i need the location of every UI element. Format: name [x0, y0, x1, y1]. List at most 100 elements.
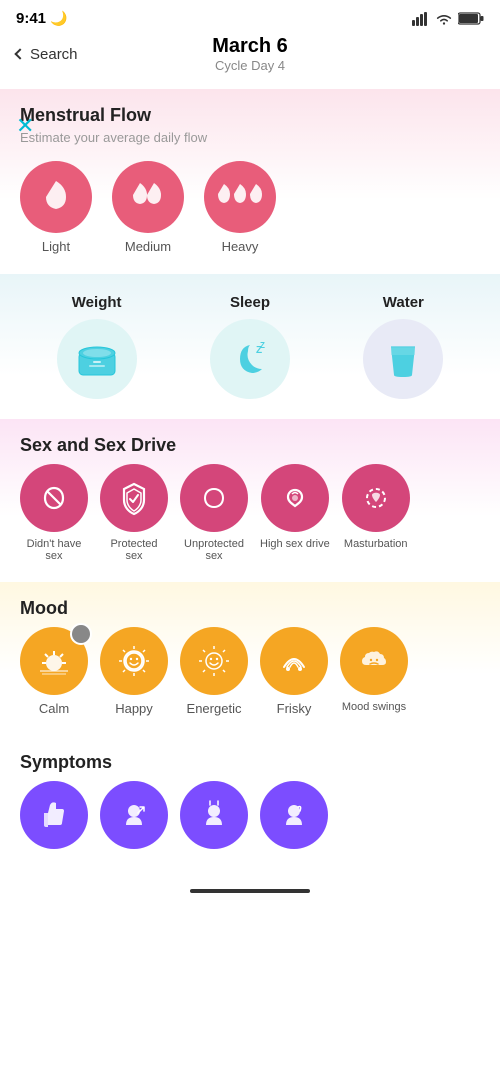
no-sex-item: Didn't havesex	[20, 464, 88, 562]
weight-label: Weight	[72, 294, 122, 311]
mood-energetic-button[interactable]	[180, 627, 248, 695]
protected-sex-label: Protectedsex	[110, 538, 157, 562]
unprotected-sex-label: Unprotectedsex	[184, 538, 244, 562]
health-weight-item: Weight	[20, 294, 173, 399]
symptom-3-button[interactable]	[180, 781, 248, 849]
symptom-1-button[interactable]	[20, 781, 88, 849]
mood-energetic-label: Energetic	[187, 701, 242, 716]
masturbation-icon	[358, 480, 394, 516]
high-sex-drive-label: High sex drive	[260, 538, 330, 550]
moon-sleep-icon: Z Z	[228, 337, 272, 381]
symptoms-section: Symptoms	[0, 736, 500, 869]
back-button[interactable]: Search	[16, 46, 78, 63]
masturbation-button[interactable]	[342, 464, 410, 532]
drop-single-icon	[41, 179, 71, 215]
high-sex-drive-button[interactable]	[261, 464, 329, 532]
no-sex-label: Didn't havesex	[27, 538, 82, 562]
nav-bar: Search March 6 Cycle Day 4	[0, 31, 500, 81]
close-button[interactable]: ✕	[16, 113, 34, 139]
scale-icon	[75, 339, 119, 379]
moon-icon: 🌙	[50, 10, 67, 27]
flow-heavy-label: Heavy	[222, 239, 259, 254]
symptom-2-button[interactable]	[100, 781, 168, 849]
flow-items: Light Medium Heavy	[20, 161, 480, 254]
cycle-day: Cycle Day 4	[212, 58, 288, 73]
svg-text:Z: Z	[260, 341, 265, 350]
water-button[interactable]	[363, 319, 443, 399]
symptom-4-icon	[276, 797, 312, 833]
flow-medium-button[interactable]	[112, 161, 184, 233]
masturbation-item: Masturbation	[342, 464, 410, 562]
weight-button[interactable]	[57, 319, 137, 399]
water-label: Water	[383, 294, 424, 311]
flow-heavy-button[interactable]	[204, 161, 276, 233]
wifi-icon	[435, 12, 453, 26]
no-sex-icon	[36, 480, 72, 516]
protected-sex-button[interactable]	[100, 464, 168, 532]
mood-happy-label: Happy	[115, 701, 153, 716]
sleep-label: Sleep	[230, 294, 270, 311]
signal-icon	[412, 12, 430, 26]
flow-medium-label: Medium	[125, 239, 171, 254]
flow-light-item: Light	[20, 161, 92, 254]
mood-title: Mood	[20, 598, 480, 619]
mood-energetic-item: Energetic	[180, 627, 248, 716]
mood-swings-item: Mood swings	[340, 627, 408, 716]
symptom-2-icon	[116, 797, 152, 833]
symptom-items	[20, 781, 480, 849]
symptom-4-item	[260, 781, 328, 849]
page-date: March 6	[212, 35, 288, 58]
unprotected-sex-item: Unprotectedsex	[180, 464, 248, 562]
symptoms-title: Symptoms	[20, 752, 480, 773]
menstrual-flow-section: Menstrual Flow Estimate your average dai…	[0, 89, 500, 274]
sex-section: Sex and Sex Drive Didn't havesex Protect…	[0, 419, 500, 582]
frisky-icon	[274, 641, 314, 681]
health-water-item: Water	[327, 294, 480, 399]
sex-items: Didn't havesex Protectedsex Unprotected	[20, 464, 480, 562]
health-section: Weight Sleep Z Z	[0, 274, 500, 419]
symptom-4-button[interactable]	[260, 781, 328, 849]
thumbs-up-icon	[36, 797, 72, 833]
mood-swings-icon	[354, 641, 394, 681]
status-time: 9:41	[16, 10, 46, 27]
drop-double-icon	[128, 181, 168, 213]
flow-light-button[interactable]	[20, 161, 92, 233]
happy-icon	[114, 641, 154, 681]
status-icons	[412, 12, 484, 26]
sleep-button[interactable]: Z Z	[210, 319, 290, 399]
back-label: Search	[30, 46, 78, 63]
mood-frisky-item: Frisky	[260, 627, 328, 716]
calm-icon	[34, 641, 74, 681]
nav-title: March 6 Cycle Day 4	[212, 35, 288, 73]
flow-heavy-item: Heavy	[204, 161, 276, 254]
mood-calm-item: Calm	[20, 627, 88, 716]
mood-frisky-label: Frisky	[277, 701, 312, 716]
mood-frisky-button[interactable]	[260, 627, 328, 695]
protected-sex-icon	[116, 480, 152, 516]
menstrual-flow-subtitle: Estimate your average daily flow	[20, 130, 480, 145]
health-row: Weight Sleep Z Z	[20, 294, 480, 399]
symptom-3-item	[180, 781, 248, 849]
mood-section: Mood	[0, 582, 500, 736]
protected-sex-item: Protectedsex	[100, 464, 168, 562]
flow-medium-item: Medium	[112, 161, 184, 254]
status-bar: 9:41 🌙	[0, 0, 500, 31]
sex-title: Sex and Sex Drive	[20, 435, 480, 456]
mood-happy-button[interactable]	[100, 627, 168, 695]
unprotected-sex-button[interactable]	[180, 464, 248, 532]
symptom-1-item	[20, 781, 88, 849]
high-sex-drive-icon	[277, 480, 313, 516]
battery-icon	[458, 12, 484, 25]
symptom-2-item	[100, 781, 168, 849]
no-sex-button[interactable]	[20, 464, 88, 532]
unprotected-sex-icon	[196, 480, 232, 516]
mood-happy-item: Happy	[100, 627, 168, 716]
flow-light-label: Light	[42, 239, 70, 254]
mood-swings-label: Mood swings	[342, 701, 406, 713]
menstrual-flow-title: Menstrual Flow	[20, 105, 480, 126]
water-cup-icon	[386, 337, 420, 381]
selection-indicator	[70, 623, 92, 645]
energetic-icon	[194, 641, 234, 681]
drop-triple-icon	[214, 182, 266, 212]
mood-swings-button[interactable]	[340, 627, 408, 695]
